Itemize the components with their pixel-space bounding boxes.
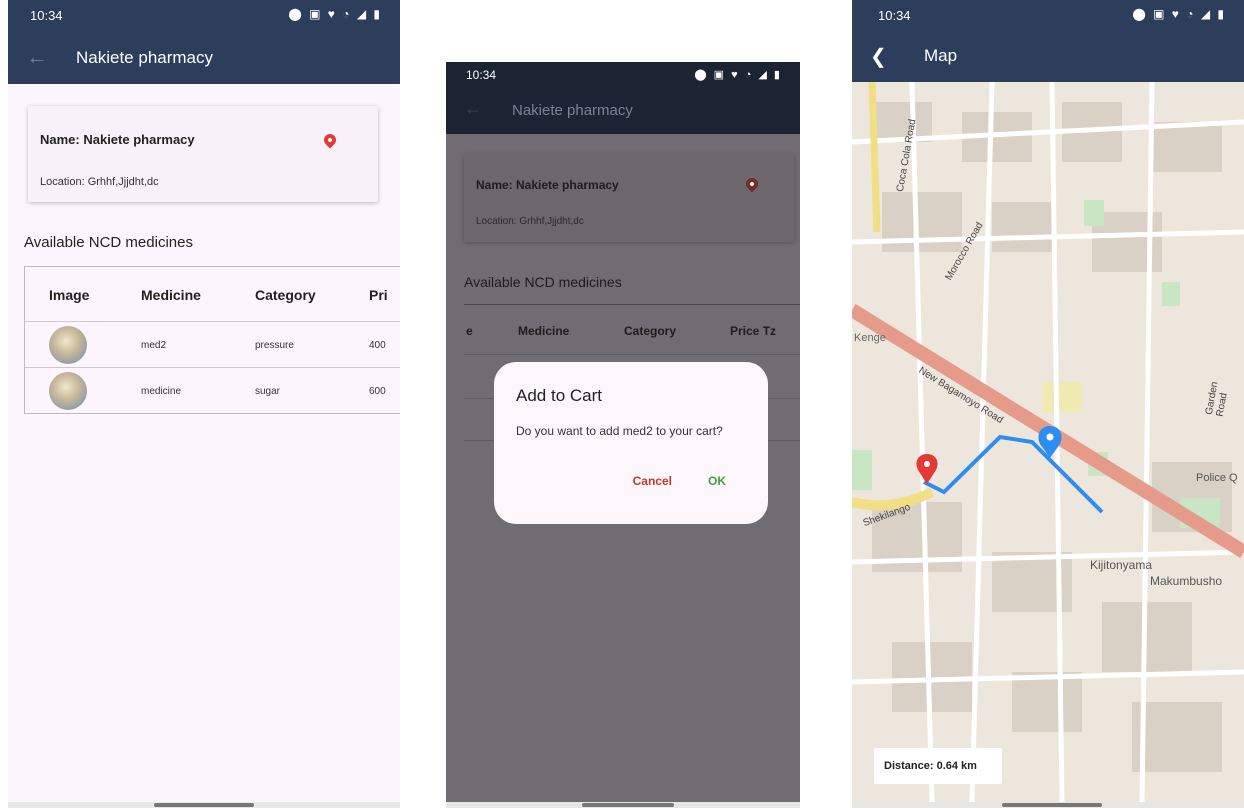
pharmacy-name: Name: Nakiete pharmacy bbox=[476, 178, 619, 192]
status-bar: 10:34 ⬤ ▣ ♥ ◔ ◢ ▮ bbox=[446, 62, 800, 88]
map-label: Police Q bbox=[1196, 472, 1238, 484]
col-header-category: Category bbox=[255, 287, 316, 303]
pharmacy-location: Location: Grhhf,Jjjdht,dc bbox=[476, 216, 584, 227]
medicine-name: med2 bbox=[141, 340, 167, 351]
status-icons: ⬤ ▣ ♥ ◔ ◢ ▮ bbox=[1132, 7, 1226, 21]
pharmacy-card: Name: Nakiete pharmacy Location: Grhhf,J… bbox=[28, 106, 378, 202]
medicine-name: medicine bbox=[141, 386, 182, 397]
home-indicator[interactable] bbox=[582, 803, 674, 807]
page-title: Nakiete pharmacy bbox=[76, 48, 214, 67]
col-header-category: Category bbox=[624, 324, 677, 338]
status-time: 10:34 bbox=[878, 8, 911, 23]
home-indicator[interactable] bbox=[1002, 803, 1102, 807]
cancel-button[interactable]: Cancel bbox=[633, 474, 672, 488]
table-row[interactable]: medicine sugar 600 bbox=[25, 368, 400, 413]
pharmacy-card: Name: Nakiete pharmacy Location: Grhhf,J… bbox=[464, 154, 794, 242]
back-arrow-icon[interactable]: ← bbox=[26, 44, 48, 70]
dialog-screen: 10:34 ⬤ ▣ ♥ ◔ ◢ ▮ ← Nakiete pharmacy Nam… bbox=[446, 62, 800, 808]
pharmacy-screen: 10:34 ⬤ ▣ ♥ ◔ ◢ ▮ ← Nakiete pharmacy Nam… bbox=[8, 0, 400, 808]
page-title: Map bbox=[924, 46, 958, 65]
distance-label: Distance: 0.64 km bbox=[874, 748, 1002, 784]
map-label: Kenge bbox=[854, 332, 886, 344]
back-arrow-icon[interactable]: ← bbox=[464, 98, 482, 119]
col-header-price: Pri bbox=[369, 287, 388, 303]
add-to-cart-dialog: Add to Cart Do you want to add med2 to y… bbox=[494, 362, 768, 524]
map-view[interactable] bbox=[852, 82, 1244, 802]
col-header-medicine: Medicine bbox=[518, 324, 570, 338]
section-title: Available NCD medicines bbox=[24, 234, 193, 251]
map-screen: 10:34 ⬤ ▣ ♥ ◔ ◢ ▮ ❮ Map Coca Cola Road M… bbox=[852, 0, 1244, 808]
medicines-table: Image Medicine Category Pri med2 pressur… bbox=[24, 266, 400, 414]
map-highlight-area bbox=[1042, 382, 1082, 412]
map-label: Kijitonyama bbox=[1090, 558, 1153, 572]
row-divider bbox=[464, 354, 800, 355]
back-chevron-icon[interactable]: ❮ bbox=[870, 44, 887, 69]
dialog-message: Do you want to add med2 to your cart? bbox=[516, 424, 723, 438]
status-icons: ⬤ ▣ ♥ ◔ ◢ ▮ bbox=[694, 69, 782, 81]
status-bar: 10:34 ⬤ ▣ ♥ ◔ ◢ ▮ bbox=[8, 0, 400, 30]
section-title: Available NCD medicines bbox=[464, 274, 622, 290]
location-pin-icon[interactable] bbox=[321, 131, 339, 149]
medicine-image bbox=[49, 326, 87, 364]
pharmacy-name: Name: Nakiete pharmacy bbox=[40, 132, 195, 147]
status-time: 10:34 bbox=[466, 68, 497, 82]
table-row[interactable]: med2 pressure 400 bbox=[25, 322, 400, 367]
app-bar: ❮ Map bbox=[852, 30, 1244, 82]
medicine-category: sugar bbox=[255, 386, 281, 397]
status-icons: ⬤ ▣ ♥ ◔ ◢ ▮ bbox=[288, 7, 382, 21]
medicine-price: 600 bbox=[369, 386, 386, 397]
col-header-image: Image bbox=[49, 287, 90, 303]
location-pin-icon[interactable] bbox=[743, 175, 761, 193]
ok-button[interactable]: OK bbox=[708, 474, 726, 488]
medicine-category: pressure bbox=[255, 340, 294, 351]
medicine-image bbox=[49, 372, 87, 410]
app-bar: ← Nakiete pharmacy bbox=[446, 88, 800, 134]
page-title: Nakiete pharmacy bbox=[512, 102, 633, 119]
col-header-price: Price Tz bbox=[730, 324, 777, 338]
home-indicator[interactable] bbox=[154, 803, 254, 807]
map-label: Makumbusho bbox=[1150, 574, 1223, 588]
col-header-medicine: Medicine bbox=[141, 287, 201, 303]
status-bar: 10:34 ⬤ ▣ ♥ ◔ ◢ ▮ bbox=[852, 0, 1244, 30]
col-header-image: e bbox=[466, 324, 473, 338]
status-time: 10:34 bbox=[30, 8, 63, 23]
table-top-border bbox=[464, 304, 800, 305]
medicine-price: 400 bbox=[369, 340, 386, 351]
app-bar: ← Nakiete pharmacy bbox=[8, 30, 400, 84]
coca-cola-road bbox=[868, 82, 881, 233]
dialog-title: Add to Cart bbox=[516, 386, 602, 405]
pharmacy-location: Location: Grhhf,Jjjdht,dc bbox=[40, 176, 159, 188]
